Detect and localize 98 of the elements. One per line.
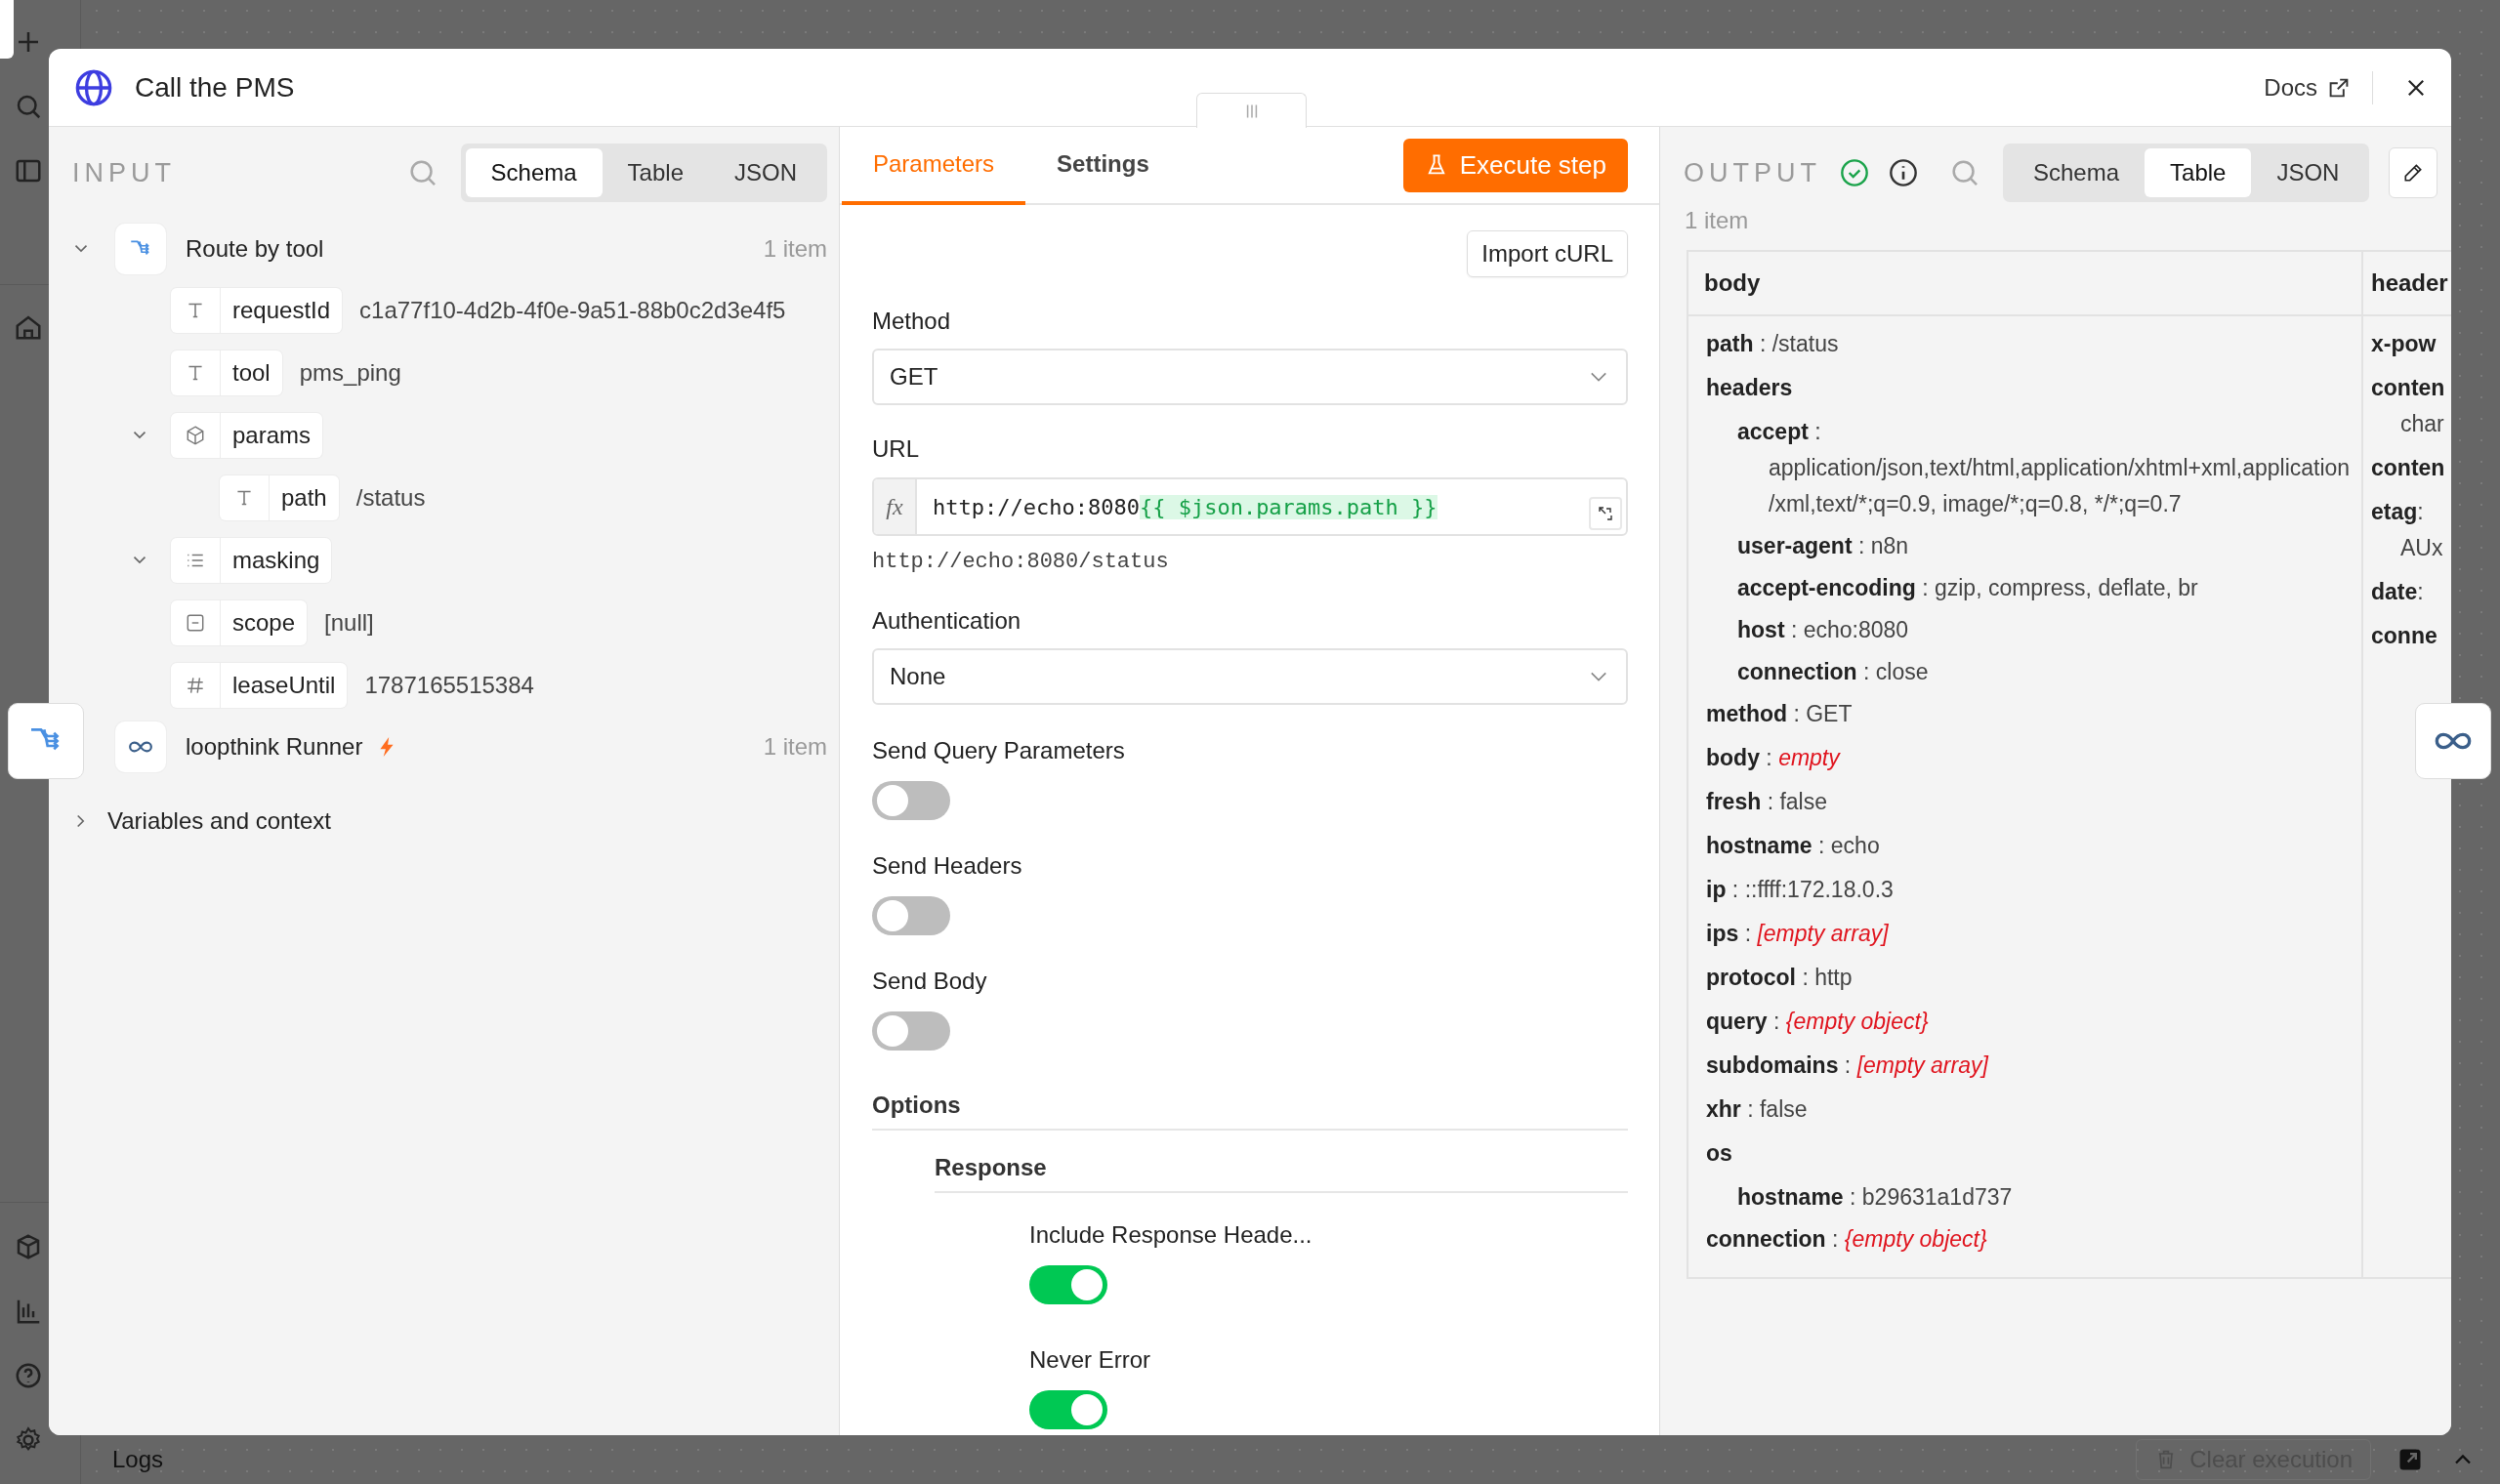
- column-header: header: [2363, 252, 2451, 316]
- toggle-switch[interactable]: [872, 1011, 950, 1051]
- panel-title: INPUT: [72, 157, 176, 188]
- field-value: /status: [355, 484, 426, 512]
- key-value-entry: conne: [2371, 622, 2438, 650]
- toggle-switch[interactable]: [1029, 1265, 1107, 1304]
- key-value-entry: accept-encoding : gzip, compress, deflate, br: [1737, 574, 2199, 602]
- field-chip[interactable]: path: [220, 475, 339, 520]
- resolved-url: http://echo:8080/status: [872, 549, 1170, 576]
- item-count: 1 item: [763, 235, 827, 263]
- key-value-entry: connection : {empty object}: [1706, 1225, 1988, 1254]
- key-value-entry: body : empty: [1706, 744, 1842, 772]
- key-value-entry: date:: [2371, 578, 2425, 606]
- field-value: c1a77f10-4d2b-4f0e-9a51-88b0c2d3e4f5: [359, 297, 786, 324]
- option-label: Include Response Heade...: [1029, 1220, 1313, 1250]
- field-chip[interactable]: leaseUntil: [171, 663, 348, 708]
- dropdown[interactable]: GET: [872, 349, 1628, 405]
- pencil-icon: [2402, 162, 2425, 184]
- key-value-entry: conten: [2371, 454, 2446, 482]
- key-value-entry: conten: [2371, 374, 2446, 402]
- view-tab[interactable]: Table: [602, 148, 709, 197]
- toggle-switch[interactable]: [1029, 1390, 1107, 1429]
- field-value: 1787165515384: [364, 672, 534, 699]
- key-value-entry: user-agent : n8n: [1737, 532, 1910, 560]
- panel-title: OUTPUT: [1684, 157, 1821, 188]
- import-curl-button[interactable]: Import cURL: [1467, 230, 1628, 277]
- subsection-heading: Response: [935, 1154, 1628, 1193]
- settings-tab[interactable]: Settings: [1025, 127, 1181, 205]
- value-text: char: [2399, 410, 2445, 438]
- field-label: Authentication: [872, 606, 1022, 636]
- info-icon[interactable]: [1888, 157, 1919, 188]
- field-value: [null]: [324, 609, 374, 637]
- node-name: Route by tool: [186, 235, 324, 263]
- field-name: params: [231, 422, 312, 449]
- item-count: 1 item: [1684, 207, 1750, 234]
- field-name: path: [280, 484, 328, 512]
- globe-icon: [74, 67, 113, 107]
- cube-icon: [185, 425, 206, 446]
- key-value-entry: etag:: [2371, 498, 2425, 526]
- field-label: Send Query Parameters: [872, 736, 1126, 765]
- edit-button[interactable]: [2389, 147, 2438, 198]
- url-field[interactable]: fx http://echo:8080{{ $json.params.path }}: [872, 477, 1628, 536]
- dropdown[interactable]: None: [872, 648, 1628, 705]
- key-value-entry: ip : ::ffff:172.18.0.3: [1706, 876, 1895, 904]
- field-name: tool: [231, 359, 271, 387]
- dialog-title: Call the PMS: [135, 71, 295, 103]
- view-tab[interactable]: Schema: [465, 148, 603, 197]
- column-header: body: [1688, 252, 2363, 316]
- key-value-entry: protocol : http: [1706, 964, 1854, 992]
- section-heading: Options: [872, 1092, 1628, 1131]
- option-label: Never Error: [1029, 1345, 1152, 1375]
- field-chip[interactable]: masking: [171, 538, 332, 583]
- node-button[interactable]: [8, 703, 84, 779]
- key-value-entry: host : echo:8080: [1737, 616, 1910, 644]
- logs-label: Logs: [112, 1446, 164, 1473]
- field-name: scope: [231, 609, 297, 637]
- field-chip[interactable]: scope: [171, 600, 308, 645]
- key-value-entry: subdomains : [empty array]: [1706, 1051, 1990, 1080]
- key-value-entry: hostname : echo: [1706, 832, 1881, 860]
- value-text: AUx: [2399, 534, 2444, 562]
- variables-label[interactable]: Variables and context: [107, 807, 332, 835]
- table-key: headers: [1706, 370, 2361, 406]
- field-chip[interactable]: tool: [171, 350, 282, 395]
- hash-icon: [185, 675, 206, 696]
- field-name: masking: [231, 547, 321, 574]
- toggle-switch[interactable]: [872, 781, 950, 820]
- field-chip[interactable]: requestId: [171, 288, 343, 333]
- key-value-entry: xhr : false: [1706, 1095, 1809, 1124]
- node-name: loopthink Runner: [186, 733, 363, 761]
- empty-box-icon: [185, 612, 206, 634]
- field-name: leaseUntil: [231, 672, 337, 699]
- toggle-switch[interactable]: [872, 896, 950, 935]
- key-value-entry: path : /status: [1706, 330, 1840, 358]
- key-value-entry: connection : close: [1737, 658, 1930, 686]
- view-tab[interactable]: Schema: [2008, 148, 2146, 197]
- key-value-entry: fresh : false: [1706, 788, 1828, 816]
- key-value-entry: x-pow: [2371, 330, 2438, 358]
- field-label: URL: [872, 434, 920, 464]
- view-tab[interactable]: JSON: [709, 148, 822, 197]
- key-value-entry: ips : [empty array]: [1706, 920, 1890, 948]
- field-value: pms_ping: [299, 359, 401, 387]
- node-button[interactable]: [2415, 703, 2491, 779]
- field-label: Send Headers: [872, 851, 1023, 881]
- field-name: requestId: [231, 297, 332, 324]
- help-icon[interactable]: [14, 1361, 43, 1390]
- docs-link[interactable]: Docs: [2264, 73, 2351, 102]
- key-value-entry: query : {empty object}: [1706, 1008, 1930, 1036]
- field-label: Send Body: [872, 967, 988, 996]
- view-tab[interactable]: Table: [2145, 148, 2252, 197]
- expand-icon[interactable]: [1589, 497, 1622, 530]
- key-value-entry: hostname : b29631a1d737: [1737, 1183, 2014, 1212]
- view-tab[interactable]: JSON: [2251, 148, 2365, 197]
- field-label: Method: [872, 307, 952, 336]
- key-value-entry: method : GET: [1706, 700, 1854, 728]
- drag-handle[interactable]: [1196, 93, 1307, 128]
- table-key: os: [1706, 1135, 2361, 1172]
- field-chip[interactable]: params: [171, 413, 323, 458]
- item-count: 1 item: [763, 733, 827, 761]
